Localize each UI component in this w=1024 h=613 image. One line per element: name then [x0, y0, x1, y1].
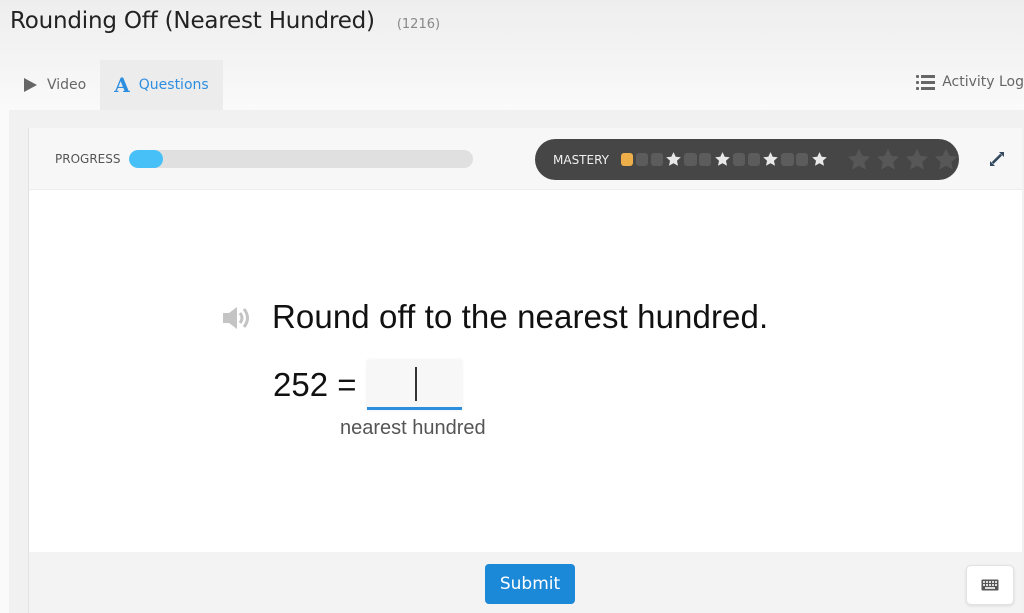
progress-bar — [129, 150, 473, 168]
mastery-level-star-icon — [933, 147, 959, 173]
question-card: PROGRESS MASTERY Round off to the neares… — [28, 128, 1022, 613]
progress-label: PROGRESS — [55, 152, 121, 166]
tab-video[interactable]: Video — [9, 60, 100, 110]
expand-icon — [990, 152, 1004, 166]
question-prompt: Round off to the nearest hundred. — [272, 298, 769, 335]
mastery-step — [650, 153, 663, 166]
title-row: Rounding Off (Nearest Hundred) (1216) — [10, 8, 440, 42]
tab-questions[interactable]: A Questions — [100, 60, 223, 110]
keyboard-button[interactable] — [966, 565, 1014, 605]
skill-code: (1216) — [396, 17, 441, 32]
answer-input[interactable] — [366, 360, 462, 410]
progress-fill — [129, 150, 164, 168]
mastery-star-icon — [811, 151, 828, 168]
submit-button[interactable]: Submit — [485, 564, 575, 604]
mastery-label: MASTERY — [553, 152, 609, 167]
mastery-step — [732, 153, 745, 166]
mastery-level-star-icon — [846, 147, 872, 173]
mastery-star-icon — [665, 151, 682, 168]
card-header: PROGRESS MASTERY — [29, 128, 1022, 190]
mastery-step-done — [621, 153, 634, 166]
play-icon — [23, 77, 38, 93]
expand-button[interactable] — [988, 150, 1006, 168]
mastery-star-icon — [762, 151, 779, 168]
mastery-bar: MASTERY — [535, 139, 959, 180]
mastery-level-star-icon — [875, 147, 901, 173]
mastery-step — [747, 153, 760, 166]
mastery-step — [781, 153, 794, 166]
letter-a-icon: A — [114, 73, 130, 97]
keyboard-icon — [981, 579, 999, 591]
activity-log-label: Activity Log — [942, 74, 1024, 90]
mastery-step — [684, 153, 697, 166]
content-frame: PROGRESS MASTERY Round off to the neares… — [9, 110, 1024, 613]
speaker-button[interactable] — [222, 305, 256, 331]
mastery-step — [635, 153, 648, 166]
text-cursor — [415, 367, 417, 401]
equation-left: 252 = — [273, 366, 357, 403]
mastery-step — [796, 153, 809, 166]
speaker-icon — [223, 307, 249, 329]
mastery-star-icon — [714, 151, 731, 168]
tab-bar: Video A Questions — [9, 60, 223, 110]
card-footer: Submit — [29, 552, 1022, 613]
mastery-level-star-icon — [904, 147, 930, 173]
question-area: Round off to the nearest hundred. 252 = … — [29, 190, 1022, 552]
tab-questions-label: Questions — [138, 77, 209, 93]
activity-log-link[interactable]: Activity Log — [916, 74, 1024, 90]
equation: 252 = — [273, 360, 462, 410]
page-title: Rounding Off (Nearest Hundred) — [10, 8, 375, 34]
tab-video-label: Video — [47, 77, 87, 93]
mastery-step — [699, 153, 712, 166]
answer-hint: nearest hundred — [340, 417, 486, 439]
list-icon — [916, 74, 936, 90]
